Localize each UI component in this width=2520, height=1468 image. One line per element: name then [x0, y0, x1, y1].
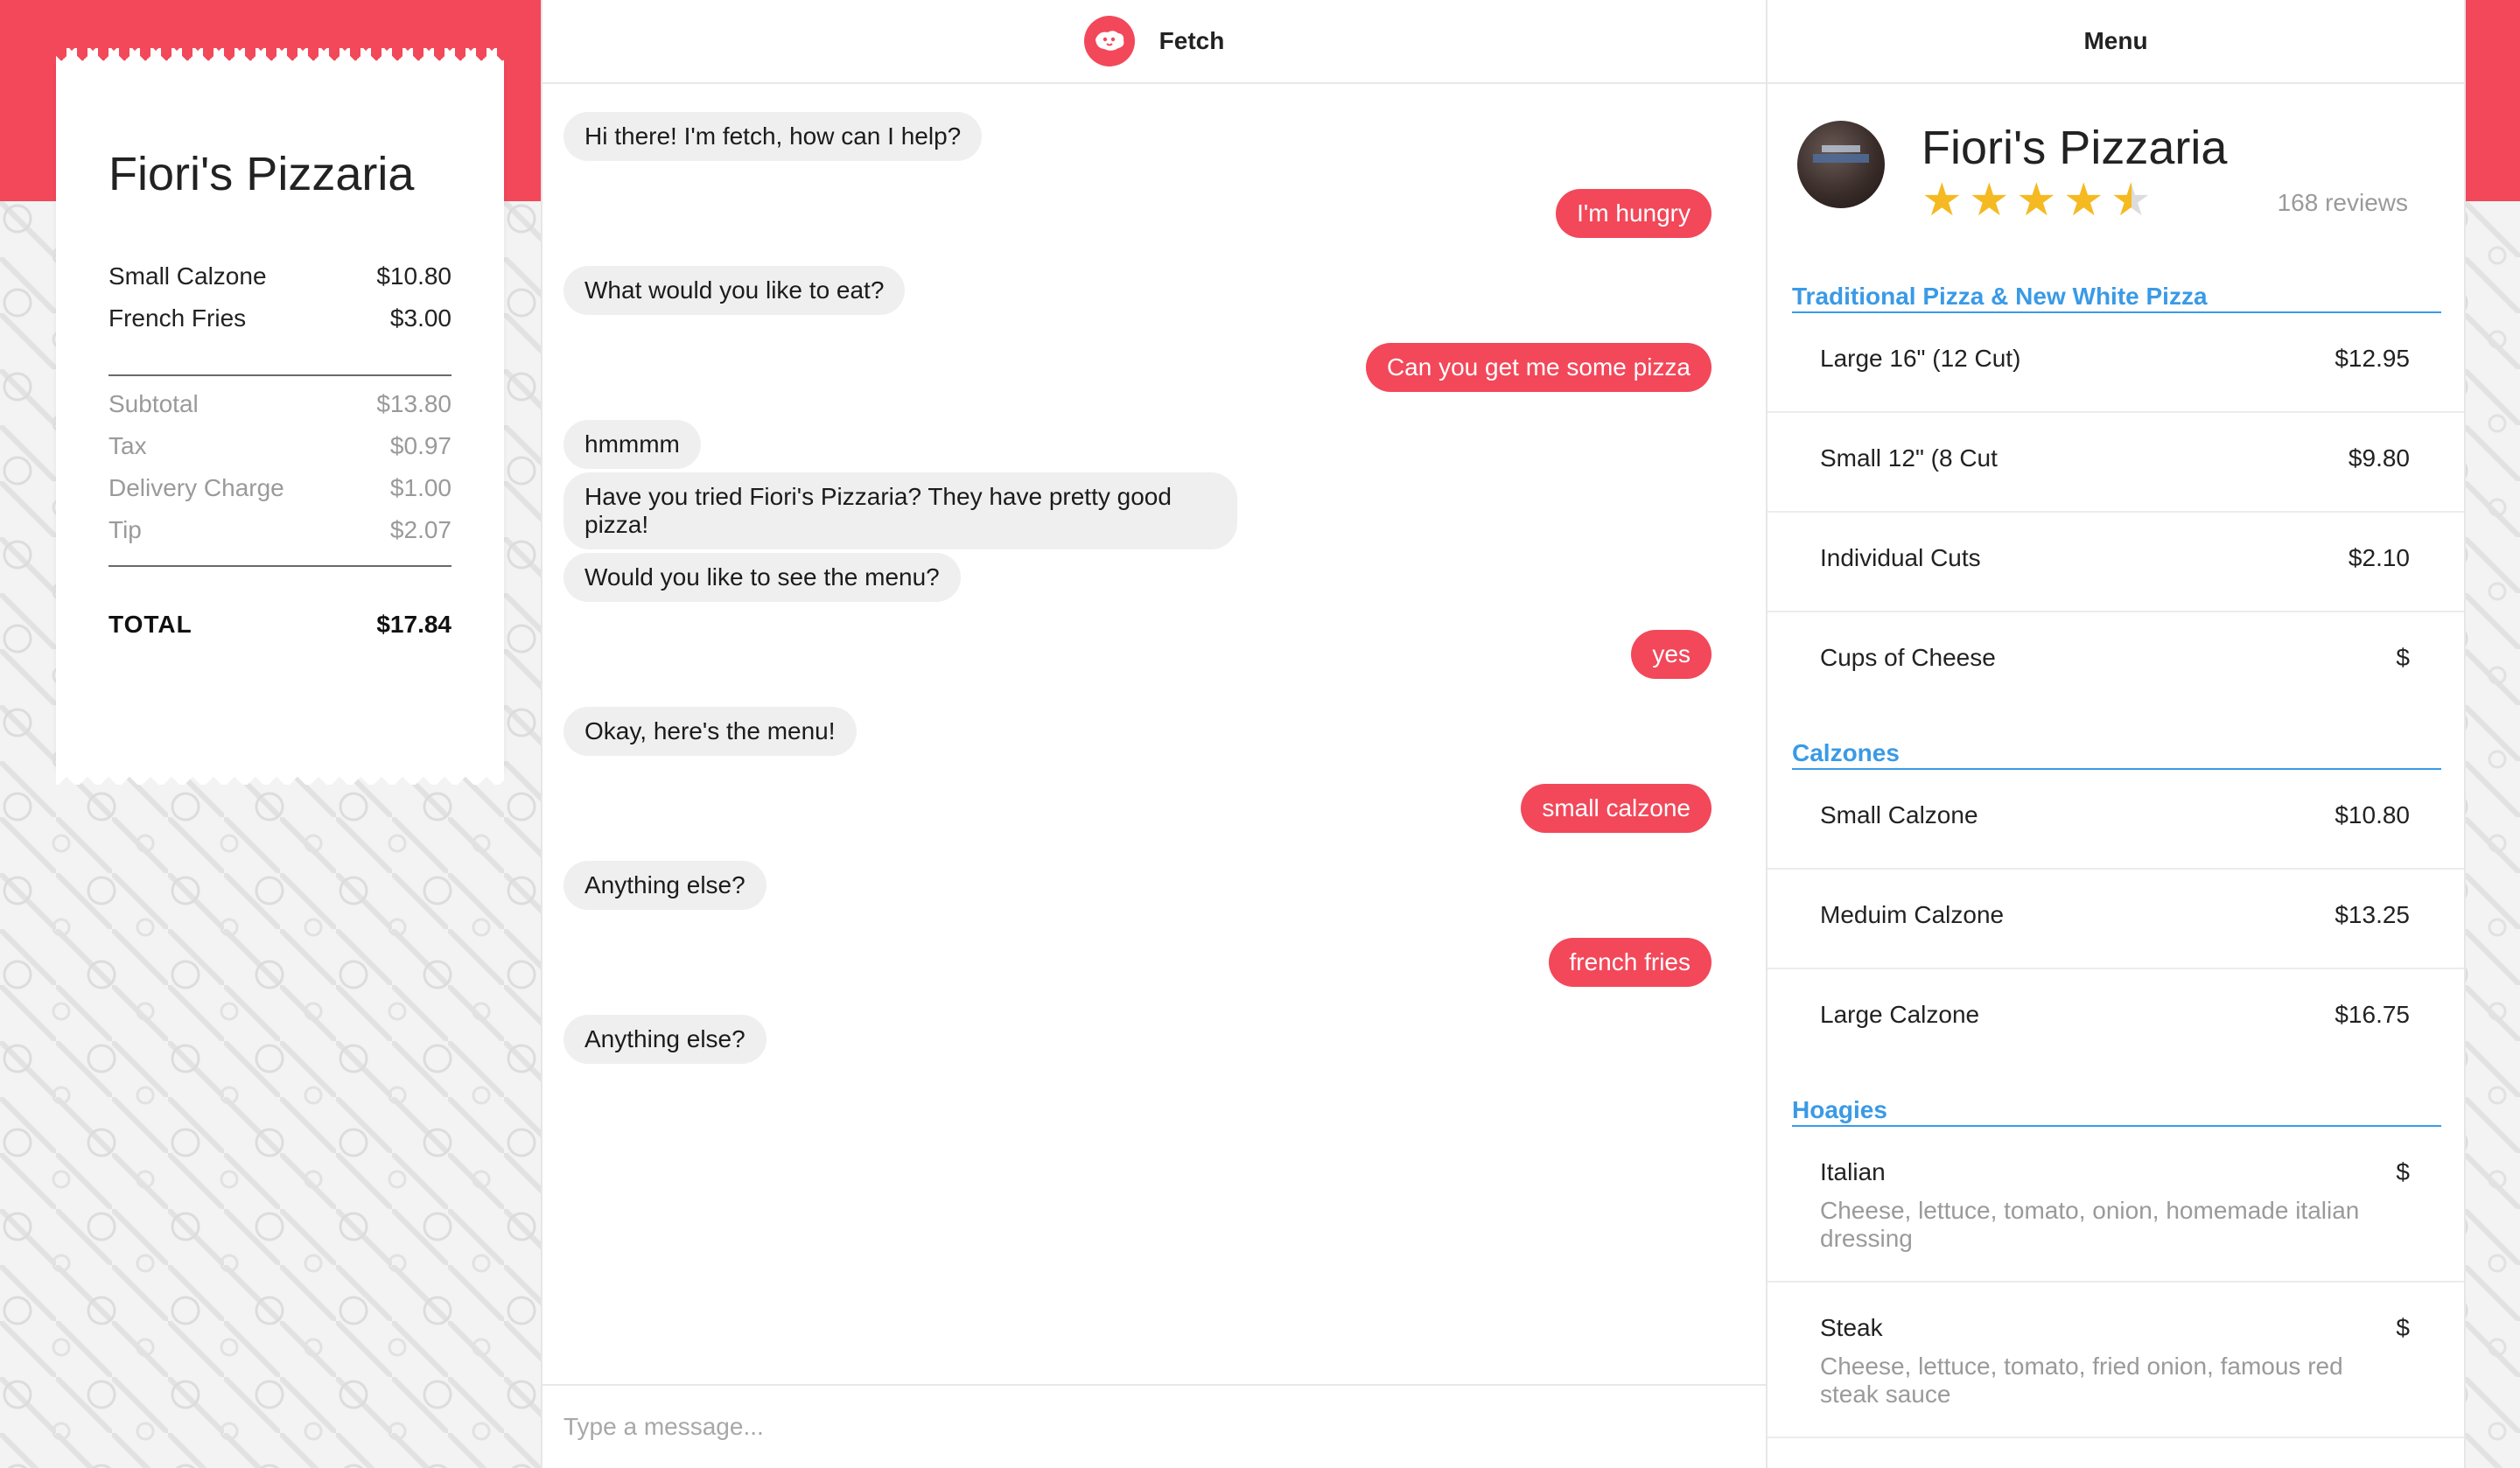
restaurant-avatar — [1797, 121, 1885, 208]
menu-item-name: Individual Cuts — [1820, 544, 1981, 571]
menu-item-price: $ — [2396, 1158, 2410, 1185]
bot-message: hmmmm — [564, 420, 701, 469]
tip-value: $2.07 — [389, 516, 452, 543]
fetch-dog-logo-icon — [1083, 16, 1135, 66]
review-count: 168 reviews — [2277, 189, 2408, 216]
receipt-item-price: $3.00 — [389, 304, 452, 332]
menu-header: Menu — [1768, 0, 2464, 84]
star-full-icon: ★ — [2016, 175, 2057, 226]
menu-item[interactable]: Large 16" (12 Cut) $12.95 — [1768, 313, 2464, 413]
menu-item[interactable]: Small Calzone $10.80 — [1768, 770, 2464, 870]
menu-item-price: $16.75 — [2334, 1001, 2410, 1028]
star-half-icon: ★ — [2110, 175, 2152, 226]
tax-label: Tax — [108, 432, 147, 459]
menu-item-description: Cheese, lettuce, tomato, fried onion, fa… — [1820, 1353, 2343, 1408]
delivery-label: Delivery Charge — [108, 474, 284, 501]
message-input[interactable] — [542, 1386, 1766, 1468]
menu-item-name: Steak — [1820, 1314, 1883, 1341]
menu-item-name: Meduim Calzone — [1820, 901, 2005, 928]
menu-item-price: $2.10 — [2348, 544, 2410, 571]
receipt-subtotal: Subtotal $13.80 — [108, 390, 452, 418]
user-message: yes — [1631, 630, 1712, 679]
user-message: Can you get me some pizza — [1365, 343, 1712, 392]
restaurant-name: Fiori's Pizzaria — [1922, 122, 2228, 174]
menu-item-name: Small Calzone — [1820, 801, 1978, 828]
receipt-divider — [108, 374, 452, 376]
delivery-value: $1.00 — [389, 474, 452, 501]
bot-message: Would you like to see the menu? — [564, 553, 961, 602]
menu-item-price: $ — [2396, 644, 2410, 671]
menu-item-price: $9.80 — [2348, 444, 2410, 472]
total-label: TOTAL — [108, 611, 192, 638]
bot-message: What would you like to eat? — [564, 266, 906, 315]
menu-panel: Menu Fiori's Pizzaria ★ ★ ★ ★ ★ 168 revi… — [1768, 0, 2466, 1468]
menu-item-name: Large 16" (12 Cut) — [1820, 345, 2021, 372]
menu-item-name: Large Calzone — [1820, 1001, 1980, 1028]
receipt-delivery: Delivery Charge $1.00 — [108, 474, 452, 502]
chat-panel: Fetch Hi there! I'm fetch, how can I hel… — [541, 0, 1768, 1468]
user-message: small calzone — [1521, 784, 1712, 833]
menu-item-name: Cups of Cheese — [1820, 644, 1996, 671]
receipt-line-item: French Fries $3.00 — [108, 304, 452, 332]
menu-item[interactable]: Small 12" (8 Cut $9.80 — [1768, 413, 2464, 513]
menu-item-price: $10.80 — [2334, 801, 2410, 828]
menu-item-name: Small 12" (8 Cut — [1820, 444, 1998, 472]
total-value: $17.84 — [376, 611, 452, 638]
receipt-item-price: $10.80 — [376, 262, 452, 290]
menu-item[interactable]: Meduim Calzone $13.25 — [1768, 870, 2464, 969]
user-message: I'm hungry — [1556, 189, 1712, 238]
menu-item-description: Cheese, lettuce, tomato, onion, homemade… — [1820, 1197, 2360, 1252]
receipt-divider — [108, 565, 452, 567]
bot-message: Anything else? — [564, 861, 766, 910]
chat-header: Fetch — [542, 0, 1766, 84]
bot-message: Okay, here's the menu! — [564, 707, 857, 756]
menu-item[interactable]: Italian $ Cheese, lettuce, tomato, onion… — [1768, 1127, 2464, 1283]
chat-title: Fetch — [1158, 27, 1225, 54]
receipt-item-name: Small Calzone — [108, 262, 267, 290]
menu-section-title: Hoagies — [1792, 1098, 2441, 1127]
receipt-item-name: French Fries — [108, 304, 247, 332]
star-full-icon: ★ — [1969, 175, 2010, 226]
message-list: Hi there! I'm fetch, how can I help? I'm… — [542, 84, 1766, 1384]
tax-value: $0.97 — [389, 432, 452, 459]
receipt-tip: Tip $2.07 — [108, 516, 452, 544]
menu-item-name: Italian — [1820, 1158, 1886, 1185]
user-message: french fries — [1548, 938, 1712, 987]
menu-item[interactable]: Large Calzone $16.75 — [1768, 969, 2464, 1069]
star-full-icon: ★ — [2063, 175, 2104, 226]
receipt-restaurant-name: Fiori's Pizzaria — [108, 148, 415, 200]
subtotal-value: $13.80 — [376, 390, 452, 417]
menu-section-title: Traditional Pizza & New White Pizza — [1792, 284, 2441, 313]
rating-stars: ★ ★ ★ ★ ★ — [1922, 175, 2152, 226]
bot-message: Have you tried Fiori's Pizzaria? They ha… — [564, 472, 1237, 549]
star-full-icon: ★ — [1922, 175, 1963, 226]
menu-item[interactable]: Individual Cuts $2.10 — [1768, 513, 2464, 612]
receipt-tax: Tax $0.97 — [108, 432, 452, 460]
menu-item[interactable]: Steak $ Cheese, lettuce, tomato, fried o… — [1768, 1283, 2464, 1438]
order-receipt: Fiori's Pizzaria Small Calzone $10.80 Fr… — [56, 48, 504, 785]
menu-item[interactable]: Cups of Cheese $ — [1768, 612, 2464, 712]
menu-section-title: Calzones — [1792, 741, 2441, 770]
tip-label: Tip — [108, 516, 142, 543]
menu-item-price: $12.95 — [2334, 345, 2410, 372]
bot-message: Anything else? — [564, 1015, 766, 1064]
menu-item-price: $13.25 — [2334, 901, 2410, 928]
message-composer — [542, 1384, 1766, 1468]
menu-item-price: $ — [2396, 1314, 2410, 1341]
bot-message: Hi there! I'm fetch, how can I help? — [564, 112, 983, 161]
receipt-total: TOTAL $17.84 — [108, 611, 452, 639]
receipt-line-item: Small Calzone $10.80 — [108, 262, 452, 290]
subtotal-label: Subtotal — [108, 390, 199, 417]
